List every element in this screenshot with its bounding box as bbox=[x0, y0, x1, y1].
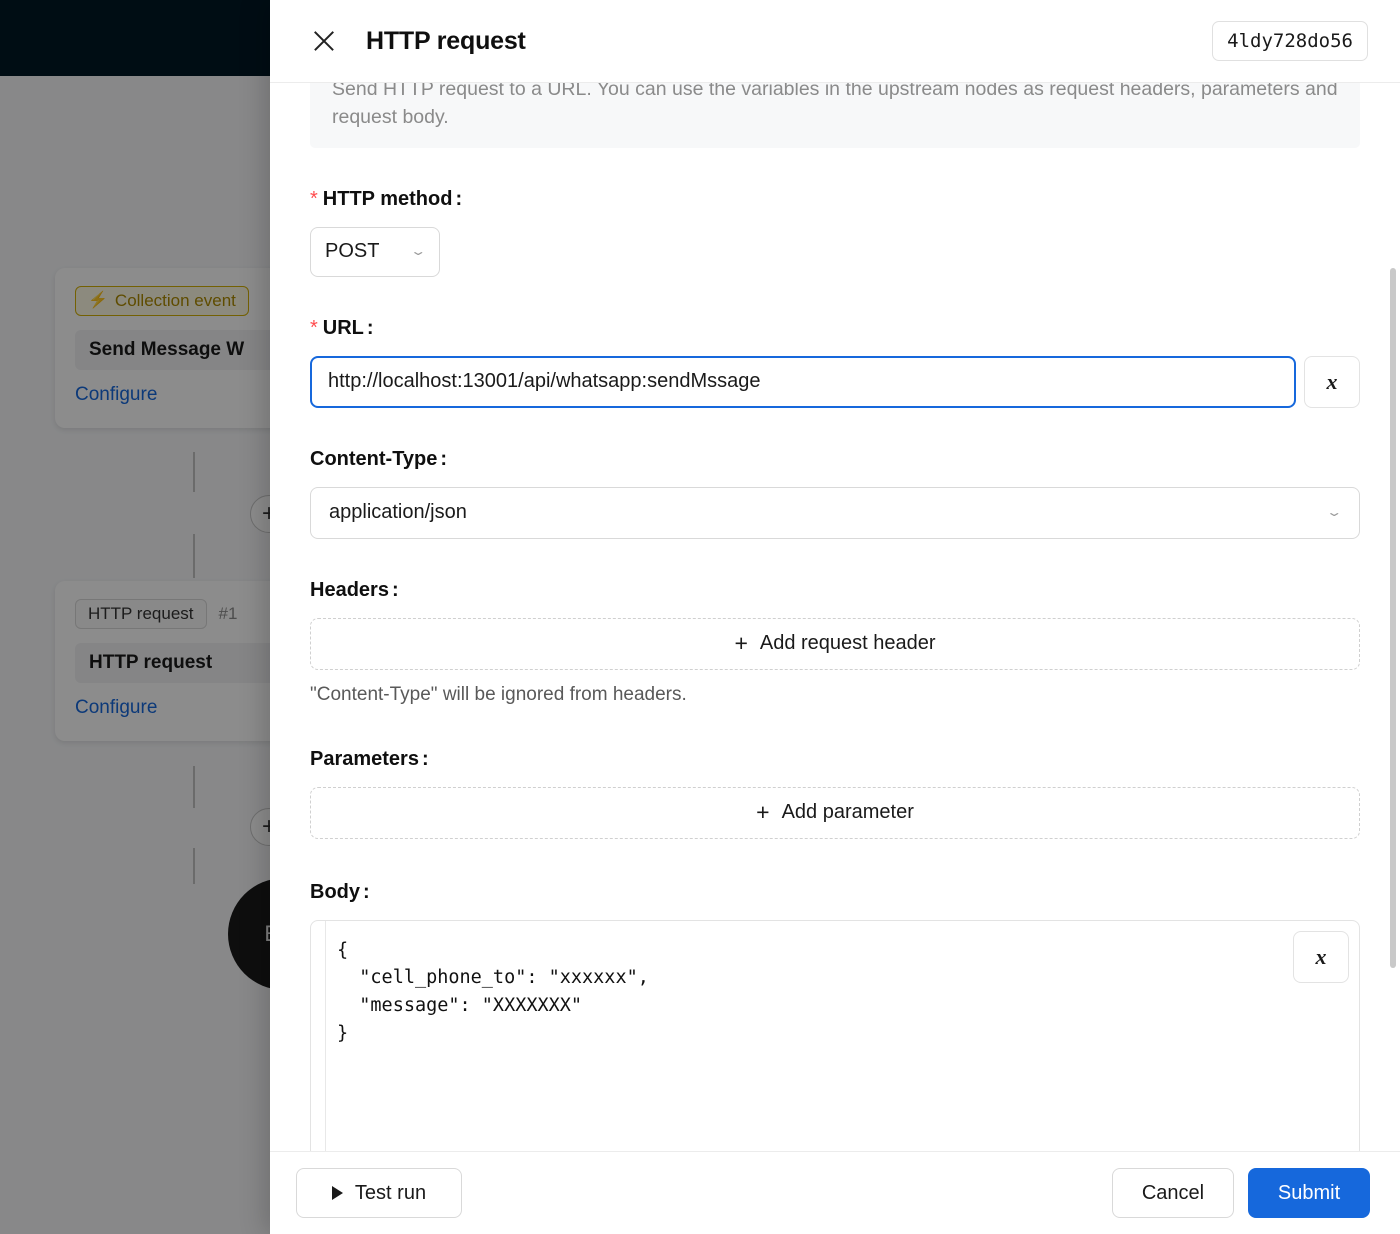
headers-hint: "Content-Type" will be ignored from head… bbox=[310, 684, 1360, 706]
screen-root: ⚡ Collection event Send Message W Config… bbox=[0, 0, 1400, 1234]
headers-label-text: Headers bbox=[310, 579, 389, 601]
drawer-content: Send HTTP request to a URL. You can use … bbox=[310, 83, 1360, 1151]
url-label-text: URL bbox=[323, 317, 364, 339]
add-request-header-label: Add request header bbox=[760, 632, 936, 655]
drawer-scroll-area[interactable]: Send HTTP request to a URL. You can use … bbox=[270, 83, 1400, 1151]
body-label: Body: bbox=[310, 881, 1360, 904]
field-headers: Headers: + Add request header "Content-T… bbox=[310, 579, 1360, 706]
content-type-label: Content-Type: bbox=[310, 448, 1360, 471]
plus-icon: + bbox=[756, 801, 769, 824]
label-colon: : bbox=[367, 317, 374, 339]
add-parameter-label: Add parameter bbox=[782, 801, 914, 824]
label-colon: : bbox=[363, 881, 370, 903]
submit-button[interactable]: Submit bbox=[1248, 1168, 1370, 1218]
http-method-label-text: HTTP method bbox=[323, 188, 453, 210]
body-variable-button[interactable]: x bbox=[1293, 931, 1349, 983]
body-label-text: Body bbox=[310, 881, 360, 903]
drawer-title: HTTP request bbox=[366, 27, 526, 56]
cancel-button[interactable]: Cancel bbox=[1112, 1168, 1234, 1218]
body-editor[interactable]: { "cell_phone_to": "xxxxxx", "message": … bbox=[310, 920, 1360, 1151]
parameters-label: Parameters: bbox=[310, 748, 1360, 771]
http-method-label: *HTTP method: bbox=[310, 188, 1360, 211]
http-method-select[interactable]: POST ⌄ bbox=[310, 227, 440, 277]
content-type-value: application/json bbox=[329, 501, 467, 524]
url-label: *URL: bbox=[310, 317, 1360, 340]
close-icon[interactable] bbox=[310, 27, 338, 55]
chevron-down-icon: ⌄ bbox=[1326, 507, 1343, 519]
field-http-method: *HTTP method: POST ⌄ bbox=[310, 188, 1360, 277]
url-variable-button[interactable]: x bbox=[1304, 356, 1360, 408]
drawer-header: HTTP request 4ldy728do56 bbox=[270, 0, 1400, 83]
editor-gutter-line bbox=[325, 921, 326, 1151]
url-input[interactable] bbox=[310, 356, 1296, 408]
content-type-select[interactable]: application/json ⌄ bbox=[310, 487, 1360, 539]
node-description: Send HTTP request to a URL. You can use … bbox=[310, 83, 1360, 148]
http-request-drawer: HTTP request 4ldy728do56 Send HTTP reque… bbox=[270, 0, 1400, 1234]
add-request-header-button[interactable]: + Add request header bbox=[310, 618, 1360, 670]
drawer-footer: Test run Cancel Submit bbox=[270, 1151, 1400, 1234]
field-url: *URL: x bbox=[310, 317, 1360, 408]
required-asterisk: * bbox=[310, 188, 318, 210]
field-parameters: Parameters: + Add parameter bbox=[310, 748, 1360, 839]
label-colon: : bbox=[440, 448, 447, 470]
test-run-label: Test run bbox=[355, 1182, 426, 1205]
chevron-down-icon: ⌄ bbox=[410, 246, 427, 258]
add-parameter-button[interactable]: + Add parameter bbox=[310, 787, 1360, 839]
required-asterisk: * bbox=[310, 317, 318, 339]
body-code[interactable]: { "cell_phone_to": "xxxxxx", "message": … bbox=[327, 937, 1289, 1048]
label-colon: : bbox=[455, 188, 462, 210]
field-content-type: Content-Type: application/json ⌄ bbox=[310, 448, 1360, 539]
parameters-label-text: Parameters bbox=[310, 748, 419, 770]
headers-label: Headers: bbox=[310, 579, 1360, 602]
content-type-label-text: Content-Type bbox=[310, 448, 437, 470]
label-colon: : bbox=[392, 579, 399, 601]
node-id-badge: 4ldy728do56 bbox=[1212, 21, 1368, 61]
plus-icon: + bbox=[734, 632, 747, 655]
test-run-button[interactable]: Test run bbox=[296, 1168, 462, 1218]
label-colon: : bbox=[422, 748, 429, 770]
field-body: Body: { "cell_phone_to": "xxxxxx", "mess… bbox=[310, 881, 1360, 1151]
drawer-scrollbar[interactable] bbox=[1390, 268, 1396, 968]
play-icon bbox=[332, 1186, 343, 1200]
url-input-row: x bbox=[310, 356, 1360, 408]
http-method-value: POST bbox=[325, 240, 379, 263]
